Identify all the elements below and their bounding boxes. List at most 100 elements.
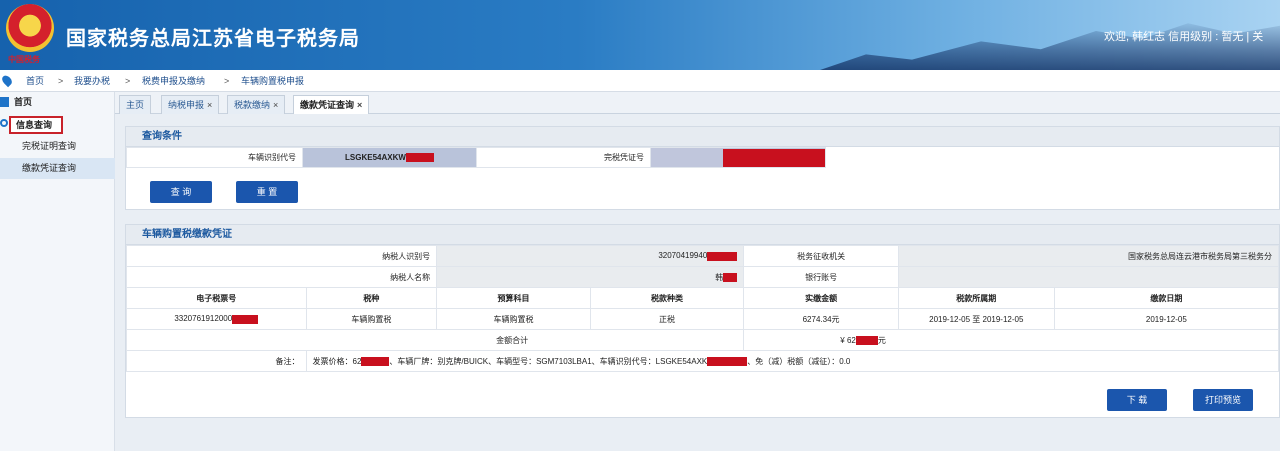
remark-price: 发票价格：62: [312, 356, 362, 366]
ticket-number: 3320761912000: [174, 314, 233, 324]
voucher-panel: 车辆购置税缴款凭证 纳税人识别号 32070419940 税务征收机关 国家税务…: [125, 224, 1280, 418]
voucher-table: 纳税人识别号 32070419940 税务征收机关 国家税务总局连云港市税务局第…: [125, 245, 1280, 372]
tab-tax-declare[interactable]: 纳税申报 ×: [161, 95, 220, 114]
sidebar-item-payment-voucher-query[interactable]: 缴款凭证查询: [0, 158, 115, 179]
breadcrumb-declare[interactable]: 税费申报及缴纳: [142, 70, 205, 92]
tab-home[interactable]: 主页: [119, 95, 152, 114]
total-value: ¥ 62 元: [743, 329, 1279, 351]
tax-emblem-icon: [6, 4, 54, 52]
redaction: [855, 335, 878, 345]
query-panel-title: 查询条件: [126, 127, 1279, 147]
sidebar-item-info-query[interactable]: 信息查询: [0, 114, 115, 135]
sidebar-item-tax-cert-query[interactable]: 完税证明查询: [0, 136, 115, 157]
tab-tax-payment[interactable]: 税款缴纳 ×: [227, 95, 286, 114]
close-icon[interactable]: ×: [357, 100, 362, 110]
authority-label: 税务征收机关: [743, 245, 899, 267]
redaction: [232, 314, 259, 324]
sidebar-item-label: 信息查询: [9, 116, 63, 134]
redaction: [707, 356, 748, 366]
redaction: [707, 251, 738, 261]
page-title: 国家税务总局江苏省电子税务局: [66, 28, 360, 50]
total-label: 金额合计: [125, 329, 745, 351]
logo-text: 中国税务: [8, 54, 40, 64]
sidebar: 首页 信息查询 完税证明查询 缴款凭证查询: [0, 92, 115, 451]
search-icon: [0, 119, 8, 127]
bank-account-label: 银行账号: [743, 266, 899, 288]
breadcrumb-sep: >: [125, 76, 131, 86]
taxpayer-name-label: 纳税人名称: [125, 266, 438, 288]
download-button[interactable]: 下 载: [1107, 389, 1167, 411]
remark-exempt: 、免（减）税额（减征）：0.0: [747, 356, 851, 366]
breadcrumb: 首页 > 我要办税 > 税费申报及缴纳 > 车辆购置税申报: [0, 70, 1280, 92]
taxpayer-id-value: 32070419940: [436, 245, 745, 267]
redaction: [361, 356, 390, 366]
cert-label: 完税凭证号: [476, 147, 651, 168]
vin-input[interactable]: LSGKE54AXKW: [302, 147, 477, 168]
tab-label: 税款缴纳: [234, 100, 271, 110]
taxpayer-id-text: 32070419940: [658, 251, 708, 261]
tax-type-cell: 车辆购置税: [305, 308, 438, 330]
search-button[interactable]: 查 询: [150, 181, 212, 203]
sidebar-item-home[interactable]: 首页: [0, 92, 115, 113]
query-form: 车辆识别代号 LSGKE54AXKW 完税凭证号: [126, 147, 1279, 168]
column-header: 电子税票号: [126, 287, 307, 309]
close-icon[interactable]: ×: [273, 100, 278, 110]
breadcrumb-my-tax[interactable]: 我要办税: [74, 70, 110, 92]
home-icon: [0, 97, 9, 107]
table-row: 金额合计 ¥ 62 元: [125, 329, 1279, 351]
total-amount: ¥ 62: [840, 335, 856, 345]
welcome-text[interactable]: 欢迎, 韩红志 信用级别 : 暂无 | 关: [1104, 28, 1263, 44]
reset-button[interactable]: 重 置: [236, 181, 298, 203]
column-header: 税款所属期: [897, 287, 1055, 309]
column-header: 实缴金额: [743, 287, 899, 309]
query-panel: 查询条件 车辆识别代号 LSGKE54AXKW 完税凭证号 查 询 重 置: [125, 126, 1280, 210]
total-unit: 元: [877, 335, 886, 345]
vin-label: 车辆识别代号: [126, 147, 303, 168]
tax-kind-cell: 正税: [589, 308, 745, 330]
cert-input[interactable]: [650, 147, 826, 168]
table-row: 纳税人名称 韩 银行账号: [125, 266, 1280, 288]
great-wall-banner: [820, 23, 1280, 70]
breadcrumb-vehicle-tax[interactable]: 车辆购置税申报: [241, 70, 304, 92]
taxpayer-name-value: 韩: [436, 266, 745, 288]
column-header: 预算科目: [436, 287, 591, 309]
breadcrumb-sep: >: [58, 76, 64, 86]
column-header: 税款种类: [589, 287, 745, 309]
redaction: [405, 153, 434, 163]
ticket-number-cell: 3320761912000: [126, 308, 307, 330]
main-content: 查询条件 车辆识别代号 LSGKE54AXKW 完税凭证号 查 询 重 置 车辆…: [115, 114, 1280, 451]
tab-bar: 主页 纳税申报 × 税款缴纳 × 缴款凭证查询 ×: [115, 92, 1280, 114]
remark-vehicle: 车辆厂牌：别克牌/BUICK、车辆型号：SGM7103LBA1、车辆识别代号：L…: [397, 356, 708, 366]
table-row: 3320761912000 车辆购置税 车辆购置税 正税 6274.34元 20…: [126, 308, 1280, 330]
payment-date-cell: 2019-12-05: [1053, 308, 1280, 330]
table-header-row: 电子税票号 税种 预算科目 税款种类 实缴金额 税款所属期 缴款日期: [126, 287, 1280, 309]
amount-cell: 6274.34元: [743, 308, 899, 330]
authority-value: 国家税务总局连云港市税务局第三税务分: [897, 245, 1280, 267]
taxpayer-name-text: 韩: [715, 272, 724, 282]
tab-label: 缴款凭证查询: [300, 100, 355, 110]
tab-label: 主页: [126, 100, 145, 110]
sidebar-item-label: 首页: [14, 97, 33, 107]
table-row: 备注： 发票价格：62 、车辆厂牌：别克牌/BUICK、车辆型号：SGM7103L…: [126, 350, 1279, 372]
column-header: 税种: [305, 287, 438, 309]
column-header: 缴款日期: [1053, 287, 1280, 309]
redaction: [723, 272, 738, 282]
app-header: 中国税务 国家税务总局江苏省电子税务局 欢迎, 韩红志 信用级别 : 暂无 | …: [0, 0, 1280, 70]
tab-voucher-query[interactable]: 缴款凭证查询 ×: [293, 95, 370, 114]
location-pin-icon: [0, 73, 14, 88]
print-preview-button[interactable]: 打印预览: [1193, 389, 1253, 411]
bank-account-value: [897, 266, 1280, 288]
remark-value: 发票价格：62 、车辆厂牌：别克牌/BUICK、车辆型号：SGM7103LBA1、…: [305, 350, 1279, 372]
taxpayer-id-label: 纳税人识别号: [125, 245, 438, 267]
tab-label: 纳税申报: [168, 100, 205, 110]
breadcrumb-home[interactable]: 首页: [26, 70, 44, 92]
table-row: 纳税人识别号 32070419940 税务征收机关 国家税务总局连云港市税务局第…: [125, 245, 1280, 267]
budget-cell: 车辆购置税: [436, 308, 591, 330]
vin-value: LSGKE54AXKW: [345, 152, 406, 162]
redaction: [723, 148, 825, 167]
close-icon[interactable]: ×: [207, 100, 212, 110]
period-cell: 2019-12-05 至 2019-12-05: [897, 308, 1055, 330]
voucher-panel-title: 车辆购置税缴款凭证: [126, 225, 1279, 245]
spacer: [826, 148, 1280, 168]
breadcrumb-sep: >: [224, 76, 230, 86]
